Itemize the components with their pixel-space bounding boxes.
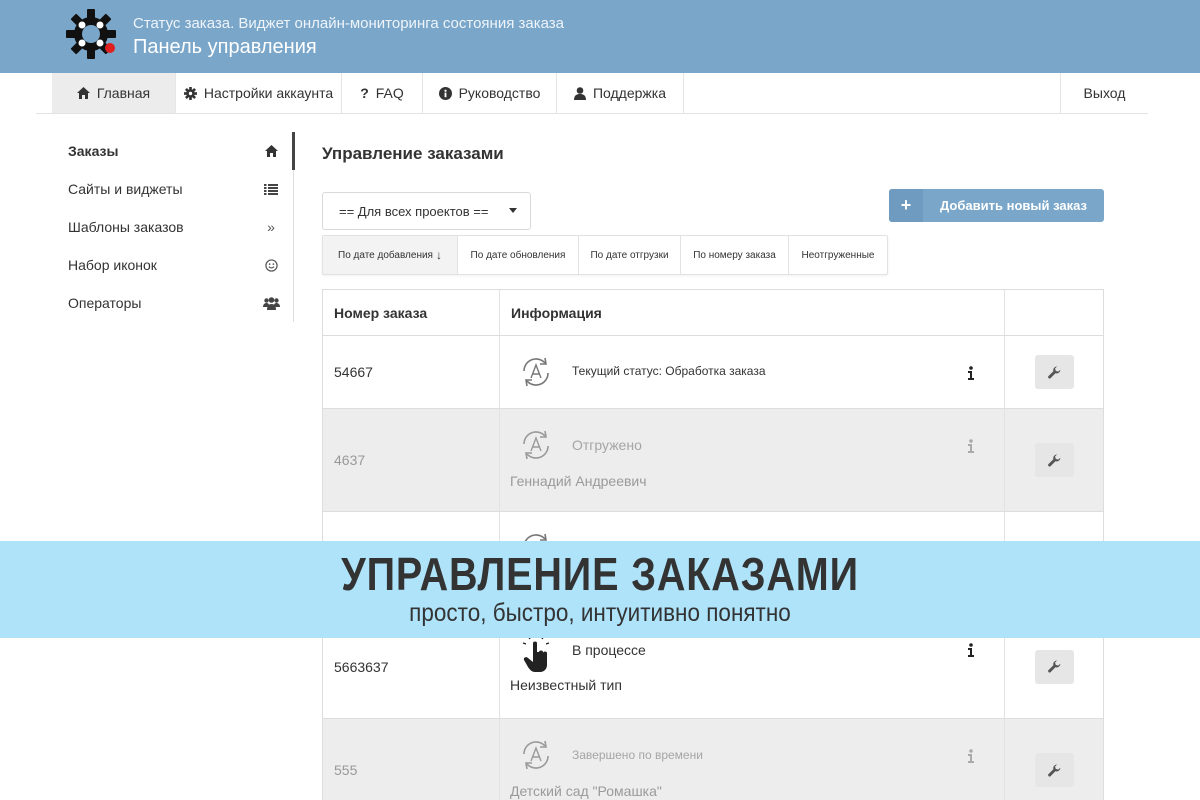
wrench-icon xyxy=(1047,660,1060,673)
sort-tabs: По дате добавления ↓ По дате обновления … xyxy=(322,235,888,275)
order-customer: Геннадий Андреевич xyxy=(510,473,647,489)
nav-guide-label: Руководство xyxy=(458,85,541,101)
order-actions-cell xyxy=(1005,336,1103,408)
sort-tab-label: Неотгруженные xyxy=(801,249,875,261)
page-title: Управление заказами xyxy=(322,144,504,163)
home-icon xyxy=(262,145,280,157)
app-header: Статус заказа. Виджет онлайн-мониторинга… xyxy=(0,0,1200,73)
top-navbar: Главная Настройки аккаунта ? FAQ Руковод… xyxy=(36,73,1148,114)
order-actions-cell xyxy=(1005,409,1103,511)
nav-support-label: Поддержка xyxy=(592,85,667,101)
wrench-icon xyxy=(1047,453,1060,466)
edit-order-button[interactable] xyxy=(1034,649,1074,684)
edit-order-button[interactable] xyxy=(1034,355,1074,389)
sidebar-item-operators[interactable]: Операторы xyxy=(68,284,280,322)
plus-icon: + xyxy=(889,189,923,222)
sidebar-item-sites-widgets[interactable]: Сайты и виджеты xyxy=(68,170,280,208)
nav-faq[interactable]: ? FAQ xyxy=(342,73,423,113)
order-number: 555 xyxy=(323,719,500,800)
banner-subtitle: просто, быстро, интуитивно понятно xyxy=(409,599,791,627)
sidebar-item-order-templates[interactable]: Шаблоны заказов » xyxy=(68,208,280,246)
nav-support[interactable]: Поддержка xyxy=(557,73,684,113)
table-header: Номер заказа Информация xyxy=(323,290,1103,336)
order-type: Неизвестный тип xyxy=(510,677,622,693)
nav-home-label: Главная xyxy=(96,85,151,101)
table-row[interactable]: 4637 Отгружено Геннадий Андреевич xyxy=(323,409,1103,512)
order-status: Текущий статус: Обработка заказа xyxy=(572,364,766,378)
nav-account-settings[interactable]: Настройки аккаунта xyxy=(176,73,342,113)
sort-tab-label: По дате отгрузки xyxy=(590,249,669,261)
order-status: В процессе xyxy=(572,642,646,658)
order-status: Завершено по времени xyxy=(572,748,703,762)
wrench-icon xyxy=(1047,763,1060,776)
refresh-status-icon xyxy=(523,357,549,387)
order-info-cell: Отгружено Геннадий Андреевич xyxy=(500,409,1005,511)
column-header-order-number: Номер заказа xyxy=(323,290,500,335)
nav-faq-label: FAQ xyxy=(375,85,404,101)
order-actions-cell xyxy=(1005,719,1103,800)
refresh-status-icon xyxy=(523,740,549,770)
sidebar-item-label: Сайты и виджеты xyxy=(68,181,183,197)
order-info-cell: Текущий статус: Обработка заказа xyxy=(500,336,1005,408)
order-status: Отгружено xyxy=(572,437,642,453)
sidebar-active-indicator xyxy=(292,132,295,170)
column-header-actions xyxy=(1005,290,1103,335)
users-icon xyxy=(262,296,280,310)
wrench-icon xyxy=(1047,365,1060,378)
edit-order-button[interactable] xyxy=(1034,753,1074,787)
nav-home[interactable]: Главная xyxy=(52,73,176,113)
sort-tab-label: По дате обновления xyxy=(470,249,566,261)
order-number: 4637 xyxy=(323,409,500,511)
user-icon xyxy=(573,86,586,100)
sidebar-item-orders[interactable]: Заказы xyxy=(68,132,280,170)
gear-icon xyxy=(183,86,197,100)
sidebar: Заказы Сайты и виджеты Шаблоны заказов »… xyxy=(52,132,295,322)
sidebar-item-label: Заказы xyxy=(68,143,119,159)
sidebar-item-label: Набор иконок xyxy=(68,257,157,273)
gear-logo-icon xyxy=(66,9,116,59)
promo-banner: УПРАВЛЕНИЕ ЗАКАЗАМИ просто, быстро, инту… xyxy=(0,541,1200,638)
add-order-button[interactable]: + Добавить новый заказ xyxy=(889,189,1104,222)
sidebar-item-label: Шаблоны заказов xyxy=(68,219,184,235)
sort-tab-date-added[interactable]: По дате добавления ↓ xyxy=(323,236,458,274)
info-circle-icon xyxy=(438,86,452,100)
list-icon xyxy=(262,183,280,195)
smile-icon xyxy=(262,258,280,272)
sort-tab-label: По номеру заказа xyxy=(693,249,776,261)
project-select-value: == Для всех проектов == xyxy=(339,203,489,219)
nav-guide[interactable]: Руководство xyxy=(423,73,557,113)
order-customer: Детский сад "Ромашка" xyxy=(510,783,662,799)
table-row[interactable]: 54667 Текущий статус: Обработка заказа xyxy=(323,336,1103,409)
caret-down-icon xyxy=(509,208,517,213)
header-title: Панель управления xyxy=(133,36,317,58)
sidebar-item-label: Операторы xyxy=(68,295,142,311)
info-icon[interactable] xyxy=(967,439,975,453)
banner-title: УПРАВЛЕНИЕ ЗАКАЗАМИ xyxy=(341,548,859,600)
table-row[interactable]: 555 Завершено по времени Детский сад "Ро… xyxy=(323,719,1103,800)
arrow-down-icon: ↓ xyxy=(435,248,442,262)
project-select[interactable]: == Для всех проектов == xyxy=(322,192,531,230)
sort-tab-date-updated[interactable]: По дате обновления xyxy=(458,236,579,274)
order-number: 54667 xyxy=(323,336,500,408)
info-icon[interactable] xyxy=(967,366,975,380)
edit-order-button[interactable] xyxy=(1034,443,1074,477)
sort-tab-order-number[interactable]: По номеру заказа xyxy=(681,236,789,274)
column-header-info: Информация xyxy=(500,290,1005,335)
home-icon xyxy=(76,87,90,99)
hand-pointer-icon xyxy=(522,635,550,672)
double-chevron-icon: » xyxy=(267,219,275,235)
order-info-cell: Завершено по времени Детский сад "Ромашк… xyxy=(500,719,1005,800)
sort-tab-unshipped[interactable]: Неотгруженные xyxy=(789,236,887,274)
sort-tab-label: По дате добавления xyxy=(338,249,433,261)
refresh-status-icon xyxy=(523,430,549,460)
logout-button[interactable]: Выход xyxy=(1060,73,1148,113)
sort-tab-date-shipped[interactable]: По дате отгрузки xyxy=(579,236,681,274)
nav-account-settings-label: Настройки аккаунта xyxy=(203,85,334,101)
info-icon[interactable] xyxy=(967,643,975,657)
add-order-button-label: Добавить новый заказ xyxy=(940,198,1087,213)
question-icon: ? xyxy=(360,85,369,101)
info-icon[interactable] xyxy=(967,749,975,763)
sidebar-item-icon-set[interactable]: Набор иконок xyxy=(68,246,280,284)
header-subtitle: Статус заказа. Виджет онлайн-мониторинга… xyxy=(133,15,565,32)
